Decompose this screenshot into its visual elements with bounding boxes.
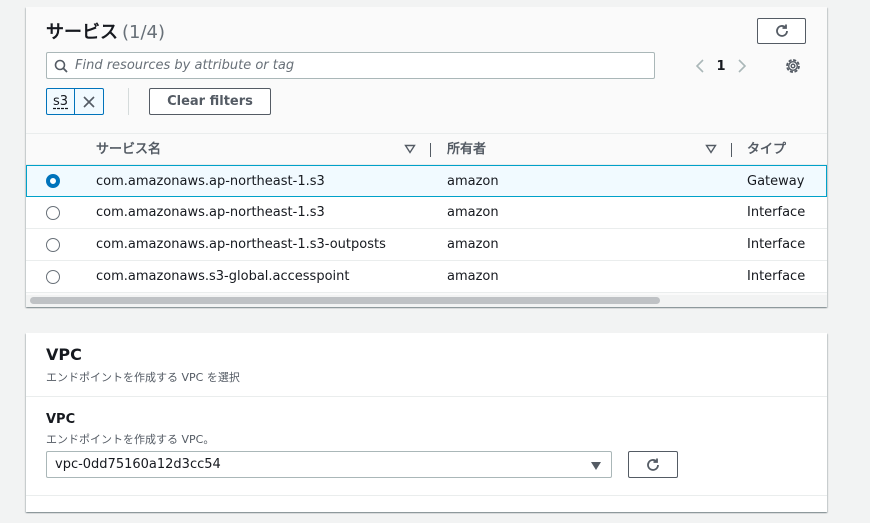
row-radio[interactable] xyxy=(46,206,60,220)
column-separator xyxy=(731,143,732,157)
vpc-section-title: VPC xyxy=(46,345,82,364)
column-header-owner[interactable]: 所有者 xyxy=(447,134,486,165)
owner-cell: amazon xyxy=(447,237,499,252)
services-title: サービス (1/4) xyxy=(46,18,165,44)
close-icon xyxy=(83,95,95,108)
header-divider xyxy=(26,396,827,397)
clear-filters-button[interactable]: Clear filters xyxy=(149,88,271,115)
toolbar-divider xyxy=(128,88,129,115)
column-header-service-name[interactable]: サービス名 xyxy=(96,134,161,165)
vpc-field-label: VPC xyxy=(46,412,76,427)
table-row[interactable]: com.amazonaws.ap-northeast-1.s3 amazon G… xyxy=(26,165,827,197)
search-input[interactable] xyxy=(75,58,654,73)
horizontal-scrollbar[interactable] xyxy=(26,295,827,307)
service-name-cell: com.amazonaws.ap-northeast-1.s3 xyxy=(96,174,325,189)
vpc-field-description: エンドポイントを作成する VPC。 xyxy=(46,433,215,446)
vpc-select-value: vpc-0dd75160a12d3cc54 xyxy=(55,457,221,472)
sort-down-icon[interactable] xyxy=(705,143,717,155)
search-icon xyxy=(47,59,75,73)
type-cell: Interface xyxy=(747,269,806,284)
scrollbar-thumb[interactable] xyxy=(30,297,660,304)
table-header: サービス名 所有者 タイプ xyxy=(26,133,827,165)
filter-token-label[interactable]: s3 xyxy=(47,89,74,114)
owner-cell: amazon xyxy=(447,205,499,220)
service-name-cell: com.amazonaws.ap-northeast-1.s3 xyxy=(96,205,325,220)
row-radio[interactable] xyxy=(46,238,60,252)
preferences-button[interactable] xyxy=(782,55,804,77)
prev-page-button[interactable] xyxy=(688,58,712,74)
caret-down-icon xyxy=(591,462,601,470)
type-cell: Gateway xyxy=(747,174,805,189)
column-header-type[interactable]: タイプ xyxy=(747,134,786,165)
chevron-left-icon xyxy=(695,59,704,73)
services-title-text: サービス xyxy=(46,22,118,43)
page-number[interactable]: 1 xyxy=(712,59,730,74)
filter-token: s3 xyxy=(46,88,105,115)
table-row[interactable]: com.amazonaws.ap-northeast-1.s3 amazon I… xyxy=(26,197,827,229)
search-field[interactable] xyxy=(46,52,655,79)
services-count: (1/4) xyxy=(122,22,166,43)
table-row[interactable]: com.amazonaws.ap-northeast-1.s3-outposts… xyxy=(26,229,827,261)
vpc-section-description: エンドポイントを作成する VPC を選択 xyxy=(46,371,240,384)
filter-token-remove-button[interactable] xyxy=(74,89,103,114)
owner-cell: amazon xyxy=(447,269,499,284)
type-cell: Interface xyxy=(747,205,806,220)
services-panel: サービス(1/4) 1 xyxy=(26,7,827,307)
row-radio[interactable] xyxy=(46,270,60,284)
services-refresh-button[interactable] xyxy=(757,18,806,44)
services-table: サービス名 所有者 タイプ com.amazonaws.ap-northeast… xyxy=(26,133,827,293)
table-row[interactable]: com.amazonaws.s3-global.accesspoint amaz… xyxy=(26,261,827,293)
footer-divider xyxy=(26,495,827,496)
type-cell: Interface xyxy=(747,237,806,252)
vpc-refresh-button[interactable] xyxy=(628,451,678,478)
vpc-panel: VPC エンドポイントを作成する VPC を選択 VPC エンドポイントを作成す… xyxy=(26,333,827,512)
refresh-icon xyxy=(647,458,659,471)
chevron-right-icon xyxy=(738,59,747,73)
vpc-select[interactable]: vpc-0dd75160a12d3cc54 xyxy=(46,451,612,478)
column-separator xyxy=(430,143,431,157)
gear-icon xyxy=(786,59,800,73)
service-name-cell: com.amazonaws.ap-northeast-1.s3-outposts xyxy=(96,237,386,252)
pagination: 1 xyxy=(688,54,754,78)
row-radio[interactable] xyxy=(46,174,60,188)
refresh-icon xyxy=(775,24,788,37)
owner-cell: amazon xyxy=(447,174,499,189)
sort-down-icon[interactable] xyxy=(404,143,416,155)
next-page-button[interactable] xyxy=(730,58,754,74)
service-name-cell: com.amazonaws.s3-global.accesspoint xyxy=(96,269,350,284)
